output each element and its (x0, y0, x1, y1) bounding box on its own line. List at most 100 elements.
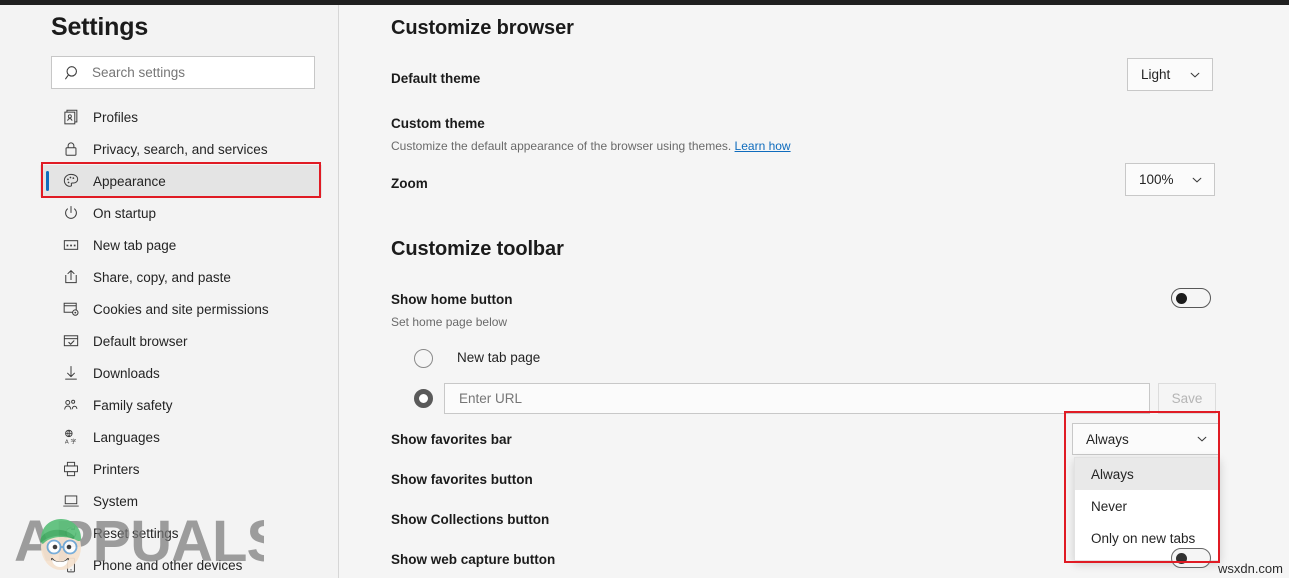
chevron-down-icon (1195, 432, 1209, 446)
sidebar-item-reset-settings[interactable]: Reset settings (40, 517, 322, 549)
reset-icon (62, 524, 80, 542)
active-accent-bar (46, 555, 49, 575)
sidebar-item-label: New tab page (93, 238, 176, 253)
svg-text:A: A (65, 440, 69, 446)
dropdown-option-never[interactable]: Never (1075, 490, 1219, 522)
zoom-dropdown[interactable]: 100% (1125, 163, 1215, 196)
new-tab-page-icon (62, 236, 80, 254)
sidebar-item-label: Default browser (93, 334, 188, 349)
active-accent-bar (46, 363, 49, 383)
toggle-knob (1176, 553, 1187, 564)
sidebar-item-label: Family safety (93, 398, 173, 413)
phone-icon (62, 556, 80, 574)
home-url-placeholder: Enter URL (459, 391, 522, 406)
custom-theme-description-text: Customize the default appearance of the … (391, 139, 731, 153)
default-theme-dropdown[interactable]: Light (1127, 58, 1213, 91)
lock-icon (62, 140, 80, 158)
sidebar-item-printers[interactable]: Printers (40, 453, 322, 485)
active-accent-bar (46, 267, 49, 287)
show-favorites-bar-dropdown-menu[interactable]: Always Never Only on new tabs (1074, 457, 1220, 561)
power-icon (62, 204, 80, 222)
settings-sidebar: Settings Search settings Profiles (0, 5, 338, 578)
sidebar-nav: Profiles Privacy, search, and services (40, 101, 322, 578)
sidebar-item-system[interactable]: System (40, 485, 322, 517)
active-accent-bar (46, 235, 49, 255)
show-home-button-toggle[interactable] (1171, 288, 1211, 308)
show-favorites-bar-value: Always (1086, 432, 1129, 447)
page-title: Settings (51, 13, 148, 42)
profiles-icon (62, 108, 80, 126)
toggle-knob (1176, 293, 1187, 304)
active-accent-bar (46, 523, 49, 543)
search-input[interactable]: Search settings (51, 56, 315, 89)
show-favorites-bar-dropdown[interactable]: Always (1072, 423, 1220, 455)
sidebar-item-family-safety[interactable]: Family safety (40, 389, 322, 421)
dropdown-option-always[interactable]: Always (1075, 458, 1219, 490)
system-icon (62, 492, 80, 510)
sidebar-item-profiles[interactable]: Profiles (40, 101, 322, 133)
active-accent-bar (46, 203, 49, 223)
languages-icon: A 字 (62, 428, 80, 446)
search-placeholder: Search settings (92, 65, 185, 80)
active-accent-bar (46, 491, 49, 511)
chevron-down-icon (1190, 173, 1204, 187)
download-icon (62, 364, 80, 382)
chevron-down-icon (1188, 68, 1202, 82)
section-heading-customize-browser: Customize browser (391, 17, 574, 40)
active-accent-bar (46, 427, 49, 447)
sidebar-item-privacy-search-and-services[interactable]: Privacy, search, and services (40, 133, 322, 165)
sidebar-item-label: Profiles (93, 110, 138, 125)
custom-theme-description: Customize the default appearance of the … (391, 139, 791, 153)
sidebar-item-label: On startup (93, 206, 156, 221)
learn-how-link[interactable]: Learn how (735, 139, 791, 153)
sidebar-item-languages[interactable]: A 字 Languages (40, 421, 322, 453)
sidebar-item-label: System (93, 494, 138, 509)
palette-icon (62, 172, 80, 190)
sidebar-item-cookies-and-site-permissions[interactable]: Cookies and site permissions (40, 293, 322, 325)
active-accent-bar (46, 459, 49, 479)
radio-new-tab-page-label: New tab page (457, 350, 540, 365)
active-accent-bar (46, 107, 49, 127)
active-accent-bar (46, 139, 49, 159)
radio-custom-url[interactable] (414, 389, 433, 408)
home-url-input[interactable]: Enter URL (444, 383, 1150, 414)
sidebar-item-label: Printers (93, 462, 140, 477)
dropdown-option-label: Only on new tabs (1091, 531, 1195, 546)
sidebar-item-on-startup[interactable]: On startup (40, 197, 322, 229)
share-icon (62, 268, 80, 286)
default-browser-icon (62, 332, 80, 350)
wsxdn-watermark: wsxdn.com (1218, 561, 1283, 576)
sidebar-item-default-browser[interactable]: Default browser (40, 325, 322, 357)
save-button[interactable]: Save (1158, 383, 1216, 414)
sidebar-item-label: Languages (93, 430, 160, 445)
section-heading-customize-toolbar: Customize toolbar (391, 238, 564, 261)
dropdown-option-label: Always (1091, 467, 1134, 482)
show-favorites-bar-label: Show favorites bar (391, 432, 512, 447)
sidebar-item-share-copy-and-paste[interactable]: Share, copy, and paste (40, 261, 322, 293)
sidebar-item-label: Share, copy, and paste (93, 270, 231, 285)
zoom-value: 100% (1139, 172, 1174, 187)
search-icon (64, 64, 82, 82)
show-web-capture-button-label: Show web capture button (391, 552, 555, 567)
settings-window: Settings Search settings Profiles (0, 0, 1289, 578)
custom-theme-label: Custom theme (391, 116, 485, 131)
sidebar-item-new-tab-page[interactable]: New tab page (40, 229, 322, 261)
show-home-button-label: Show home button (391, 292, 512, 307)
dropdown-option-label: Never (1091, 499, 1127, 514)
sidebar-item-label: Cookies and site permissions (93, 302, 269, 317)
default-theme-label: Default theme (391, 71, 480, 86)
settings-main-content: Customize browser Default theme Light Cu… (339, 5, 1289, 578)
sidebar-item-label: Appearance (93, 174, 166, 189)
sidebar-item-label: Reset settings (93, 526, 179, 541)
sidebar-item-appearance[interactable]: Appearance (40, 165, 322, 197)
show-collections-button-label: Show Collections button (391, 512, 549, 527)
show-web-capture-toggle[interactable] (1171, 548, 1211, 568)
svg-text:字: 字 (70, 438, 76, 446)
active-accent-bar (46, 171, 49, 191)
show-home-button-sublabel: Set home page below (391, 315, 507, 329)
sidebar-item-label: Privacy, search, and services (93, 142, 268, 157)
active-accent-bar (46, 395, 49, 415)
radio-new-tab-page[interactable] (414, 349, 433, 368)
sidebar-item-phone-and-other-devices[interactable]: Phone and other devices (40, 549, 322, 578)
sidebar-item-downloads[interactable]: Downloads (40, 357, 322, 389)
